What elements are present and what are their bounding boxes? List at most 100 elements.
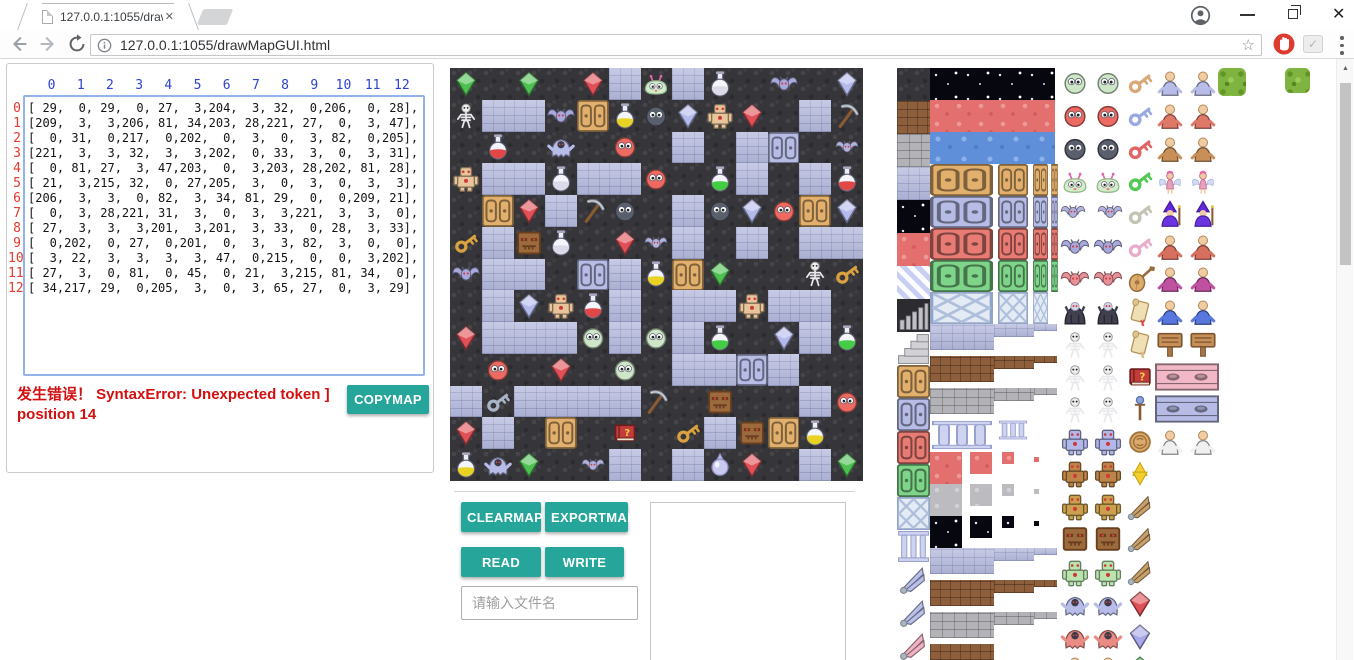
palette-door[interactable] [897,464,930,497]
tile-green-potion[interactable] [704,322,736,354]
tile-red-gem[interactable] [736,449,768,481]
palette-golem[interactable] [1060,458,1123,490]
tile-brick-wall[interactable] [514,386,546,418]
tile-dark-floor[interactable] [768,386,800,418]
tile-golem[interactable] [450,163,482,195]
tile-dark-floor[interactable] [641,195,673,227]
palette-slime[interactable] [1060,166,1123,198]
tile-skeleton[interactable] [799,259,831,291]
exportmap-button[interactable]: EXPORTMAP [545,502,628,532]
palette-door[interactable] [930,196,993,228]
tile-dark-floor[interactable] [514,417,546,449]
palette-wing[interactable] [1125,492,1155,522]
tile-brick-wall[interactable] [799,163,831,195]
tile-purple-door[interactable] [577,259,609,291]
tile-green-potion[interactable] [831,322,863,354]
palette-stripes[interactable] [897,266,930,299]
tile-brick-wall[interactable] [672,322,704,354]
tile-dark-ball-monster[interactable] [609,195,641,227]
tile-small-bat[interactable] [831,132,863,164]
palette-wall-brown[interactable] [897,101,930,134]
tile-dark-floor[interactable] [641,417,673,449]
palette-person[interactable] [1155,101,1218,133]
tile-dark-floor[interactable] [768,449,800,481]
palette-key[interactable] [1125,68,1155,98]
tile-brick-wall[interactable] [672,354,704,386]
tile-stone-face[interactable] [736,417,768,449]
tile-brick-wall[interactable] [672,132,704,164]
palette-lute[interactable] [1125,264,1155,294]
palette-wall-brick[interactable] [994,324,1034,337]
tile-blue-gem[interactable] [736,195,768,227]
forward-icon[interactable] [37,33,59,55]
palette-wall-gray[interactable] [1034,612,1057,619]
palette-columns[interactable] [998,420,1028,440]
minimize-button[interactable] [1240,14,1255,16]
palette-skeleton[interactable] [1060,362,1123,394]
tile-dark-floor[interactable] [577,132,609,164]
palette-floor-gray[interactable] [1034,489,1039,494]
palette-columns[interactable] [930,420,994,450]
tile-gold-key[interactable] [450,227,482,259]
palette-person[interactable] [1155,134,1218,166]
palette-starfield[interactable] [897,200,930,233]
palette-gem[interactable] [1125,654,1155,660]
palette-vampire[interactable] [1060,297,1123,329]
palette-wallface[interactable] [1155,394,1219,424]
tile-brown-door[interactable] [768,417,800,449]
tile-red-gem[interactable] [450,417,482,449]
palette-wall-brick[interactable] [930,548,994,574]
tile-yellow-potion[interactable] [609,100,641,132]
menu-icon[interactable] [1340,36,1343,59]
tile-red-ball-monster[interactable] [641,163,673,195]
profile-icon[interactable] [1190,5,1211,26]
palette-bat[interactable] [1060,264,1123,294]
tile-green-ball-monster[interactable] [609,354,641,386]
tile-brick-wall[interactable] [672,227,704,259]
tile-brick-wall[interactable] [514,322,546,354]
palette-floor-red[interactable] [1034,457,1039,462]
tile-blue-gem[interactable] [514,290,546,322]
palette-door[interactable] [998,196,1028,228]
tile-brick-wall[interactable] [609,290,641,322]
palette-wall-gray[interactable] [994,388,1034,401]
tile-brick-wall[interactable] [799,100,831,132]
palette-tree-big[interactable] [1220,103,1310,200]
tile-white-potion[interactable] [704,68,736,100]
palette-starfield[interactable] [1034,521,1039,526]
tile-dark-floor[interactable] [545,259,577,291]
palette-floor-red[interactable] [1002,452,1014,464]
palette-ghost[interactable] [1060,589,1123,621]
palette-door[interactable] [1033,260,1048,292]
tile-brick-wall[interactable] [672,290,704,322]
close-button[interactable]: ✕ [1332,4,1345,26]
palette-book[interactable]: ? [1125,362,1155,392]
palette-wall-gray[interactable] [1034,388,1057,395]
tile-brick-wall[interactable] [545,386,577,418]
tile-stone-face[interactable] [704,386,736,418]
tile-white-potion[interactable] [545,163,577,195]
tile-brown-door[interactable] [545,417,577,449]
tile-brick-wall[interactable] [672,449,704,481]
palette-person[interactable] [1060,654,1123,660]
palette-wall-brown[interactable] [994,580,1034,593]
palette-wing[interactable] [1125,557,1155,587]
tile-red-ball-monster[interactable] [609,132,641,164]
new-tab-button[interactable] [197,9,233,25]
palette-door-lattice[interactable] [930,292,993,324]
tile-red-potion[interactable] [831,163,863,195]
palette-door[interactable] [930,260,993,292]
tile-skeleton[interactable] [450,100,482,132]
palette-person[interactable] [1155,264,1218,296]
palette-bat[interactable] [1060,199,1123,225]
tile-brick-wall[interactable] [609,163,641,195]
tile-dark-floor[interactable] [641,132,673,164]
scrollbar-thumb[interactable] [1340,83,1351,265]
tile-yellow-potion[interactable] [799,417,831,449]
tile-brick-wall[interactable] [736,163,768,195]
tile-purple-orb[interactable] [704,449,736,481]
palette-wing[interactable] [1125,524,1155,554]
tile-brick-wall[interactable] [736,132,768,164]
palette-floor-gray[interactable] [930,484,962,516]
reload-icon[interactable] [66,33,88,55]
